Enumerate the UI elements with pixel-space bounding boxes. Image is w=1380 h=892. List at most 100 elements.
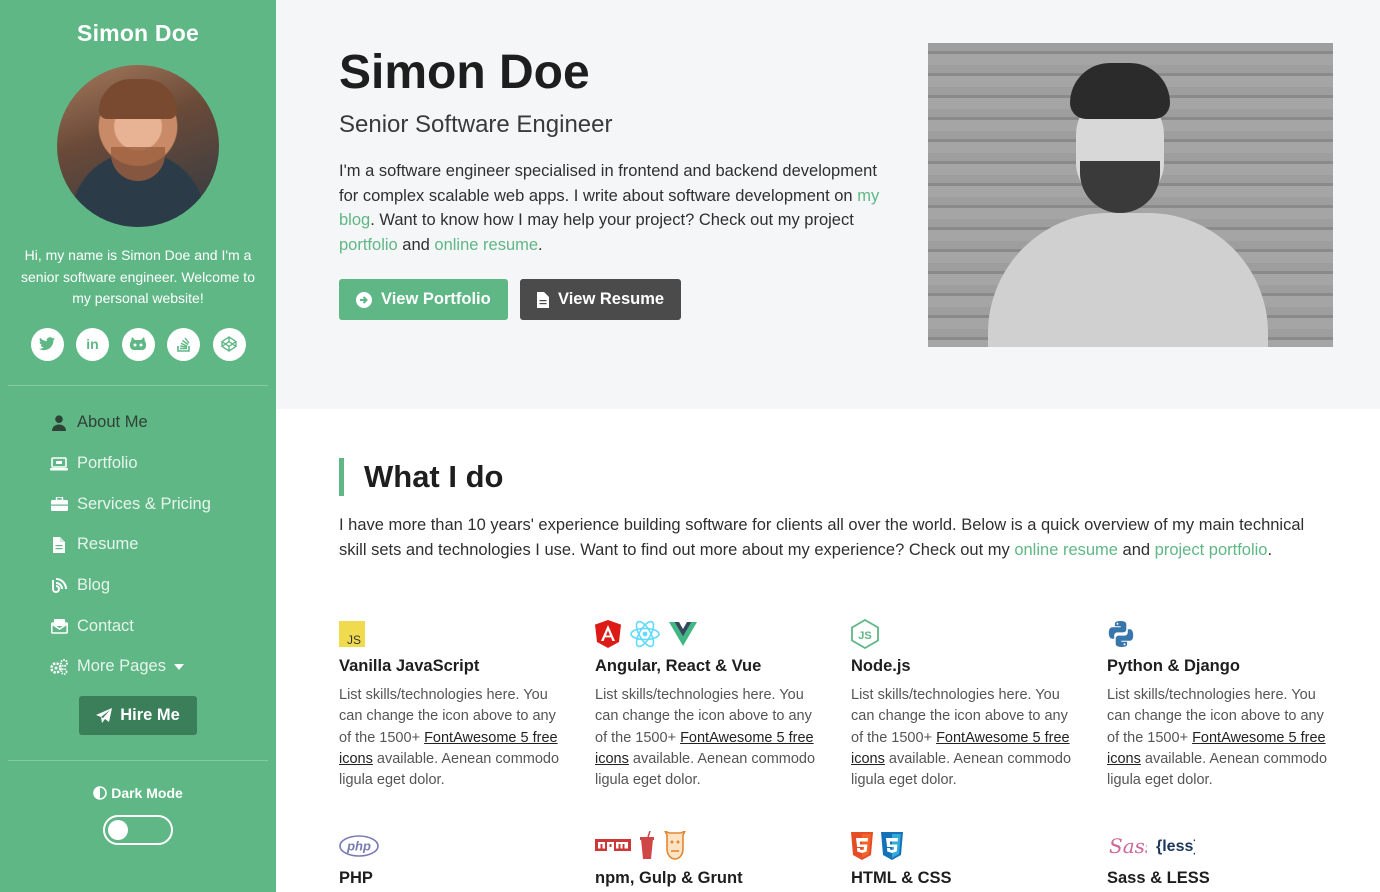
nav-label: Contact [77, 616, 134, 635]
avatar-hair [99, 79, 177, 119]
skill-card: Sass {less} Sass & LESS [1107, 831, 1335, 888]
bio-text: I'm a software engineer specialised in f… [339, 162, 877, 205]
portfolio-link[interactable]: portfolio [339, 236, 398, 254]
main-content: Simon Doe Senior Software Engineer I'm a… [276, 0, 1380, 892]
svg-text:JS: JS [858, 630, 871, 642]
bio-text: and [397, 235, 435, 254]
profile-photo [928, 43, 1333, 347]
skill-title: Python & Django [1107, 657, 1240, 675]
view-portfolio-button[interactable]: View Portfolio [339, 279, 508, 320]
photo-hair [1070, 63, 1170, 119]
profile-avatar [57, 65, 219, 227]
lead-text: . [1267, 540, 1273, 559]
nav-label: Services & Pricing [77, 494, 211, 513]
grunt-icon [664, 831, 686, 860]
vue-icon [669, 622, 697, 646]
envelope-icon [49, 618, 69, 634]
nav-item-blog[interactable]: Blog [49, 565, 276, 606]
sidebar-intro: Hi, my name is Simon Doe and I'm a senio… [21, 247, 255, 306]
skill-title: Node.js [851, 657, 911, 675]
nodejs-icon: JS [851, 619, 879, 649]
svg-text:{less}: {less} [1156, 838, 1195, 855]
html5-icon [851, 832, 873, 860]
sidebar-divider [8, 384, 268, 386]
skill-icons [595, 831, 823, 861]
hero-section: Simon Doe Senior Software Engineer I'm a… [276, 0, 1380, 409]
user-icon [49, 415, 69, 431]
nav-item-resume[interactable]: Resume [49, 525, 276, 566]
css3-icon [881, 832, 903, 860]
bio-text: . Want to know how I may help your proje… [370, 211, 854, 229]
skill-desc: List skills/technologies here. You can c… [339, 685, 567, 791]
photo-shirt [988, 213, 1268, 347]
resume-link[interactable]: online resume [434, 236, 538, 254]
nav-item-more-pages[interactable]: More Pages [49, 647, 276, 688]
skill-card: JS Vanilla JavaScript List skills/techno… [339, 619, 567, 791]
skill-icons [851, 831, 1079, 861]
skill-card: Python & Django List skills/technologies… [1107, 619, 1335, 791]
view-resume-button[interactable]: View Resume [520, 279, 682, 320]
half-circle-icon [93, 786, 108, 801]
nav-label: Resume [77, 535, 139, 554]
dark-mode-label: Dark Mode [0, 785, 276, 801]
github-icon[interactable] [121, 327, 155, 361]
skill-icons: Sass {less} [1107, 831, 1335, 861]
main-nav: About Me Portfolio Services & Pricing Re… [0, 403, 276, 688]
react-icon [630, 620, 660, 648]
stackoverflow-icon[interactable] [167, 327, 200, 361]
view-resume-label: View Resume [558, 290, 665, 308]
skill-title: PHP [339, 869, 373, 887]
skill-card: npm, Gulp & Grunt [595, 831, 823, 888]
hire-me-button[interactable]: Hire Me [79, 696, 197, 736]
skill-icons: JS [339, 619, 567, 649]
linkedin-icon[interactable]: in [76, 327, 109, 361]
gulp-icon [640, 831, 654, 859]
skill-title: Sass & LESS [1107, 869, 1210, 887]
site-title[interactable]: Simon Doe [0, 20, 276, 47]
skill-card: Angular, React & Vue List skills/technol… [595, 619, 823, 791]
skill-title: Vanilla JavaScript [339, 657, 480, 675]
codepen-icon[interactable] [212, 327, 246, 361]
nav-label: Portfolio [77, 454, 138, 473]
avatar-beard [111, 147, 165, 181]
nav-item-services[interactable]: Services & Pricing [49, 484, 276, 525]
chevron-down-icon [173, 663, 184, 670]
nav-item-portfolio[interactable]: Portfolio [49, 443, 276, 484]
laptop-icon [49, 456, 69, 471]
angular-icon [595, 620, 621, 648]
svg-text:php: php [346, 839, 371, 854]
social-links: in [0, 327, 276, 361]
cogs-icon [49, 658, 69, 675]
section-title: What I do [339, 458, 503, 496]
paper-plane-icon [96, 707, 113, 723]
skill-card: JS Node.js List skills/technologies here… [851, 619, 1079, 791]
nav-item-about[interactable]: About Me [49, 403, 276, 444]
skill-icons: php [339, 831, 567, 861]
sass-icon: Sass [1109, 834, 1147, 858]
twitter-icon[interactable] [30, 327, 64, 361]
nav-item-contact[interactable]: Contact [49, 606, 276, 647]
online-resume-link[interactable]: online resume [1014, 541, 1118, 559]
php-icon: php [339, 835, 379, 857]
project-portfolio-link[interactable]: project portfolio [1155, 541, 1268, 559]
skill-card: HTML & CSS [851, 831, 1079, 888]
svg-text:JS: JS [347, 633, 361, 647]
skill-desc-text: available. Aenean commodo ligula eget do… [851, 750, 1072, 789]
dark-mode-toggle[interactable] [103, 815, 173, 846]
hero-role: Senior Software Engineer [339, 111, 613, 138]
skill-desc: List skills/technologies here. You can c… [851, 685, 1079, 791]
skill-title: Angular, React & Vue [595, 657, 762, 675]
npm-icon [595, 839, 631, 851]
skill-desc: List skills/technologies here. You can c… [595, 685, 823, 791]
photo-beard [1080, 161, 1160, 213]
bio-text: . [538, 235, 543, 254]
nav-label: More Pages [77, 657, 166, 676]
toggle-knob [108, 820, 128, 841]
skill-desc-text: available. Aenean commodo ligula eget do… [1107, 750, 1328, 789]
what-i-do-section: What I do I have more than 10 years' exp… [276, 409, 1380, 892]
arrow-circle-right-icon [356, 291, 372, 308]
js-icon: JS [339, 621, 365, 647]
skill-icons: JS [851, 619, 1079, 649]
nav-label: Blog [77, 576, 111, 595]
skill-icons [1107, 619, 1335, 649]
